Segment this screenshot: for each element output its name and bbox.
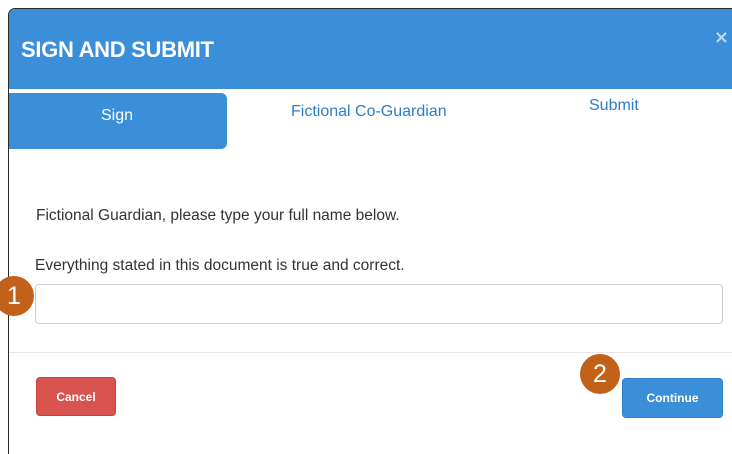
full-name-input[interactable] [35,284,723,324]
continue-button[interactable]: Continue [622,378,723,418]
dialog-title: SIGN AND SUBMIT [21,37,214,62]
step-marker-2: 2 [580,354,620,394]
close-icon[interactable]: × [714,27,729,48]
tab-fictional-co-guardian[interactable]: Fictional Co-Guardian [269,103,469,157]
dialog-header: SIGN AND SUBMIT × [9,9,732,89]
signature-instruction: Fictional Guardian, please type your ful… [36,207,400,224]
footer-divider [9,352,732,353]
dialog-tabs: Sign Fictional Co-Guardian Submit [9,89,732,149]
sign-and-submit-dialog: SIGN AND SUBMIT × Sign Fictional Co-Guar… [8,8,732,454]
cancel-button[interactable]: Cancel [36,377,116,416]
truth-statement: Everything stated in this document is tr… [35,257,405,274]
page: SIGN AND SUBMIT × Sign Fictional Co-Guar… [0,0,732,454]
tab-submit[interactable]: Submit [569,97,699,151]
tab-sign[interactable]: Sign [9,93,227,149]
